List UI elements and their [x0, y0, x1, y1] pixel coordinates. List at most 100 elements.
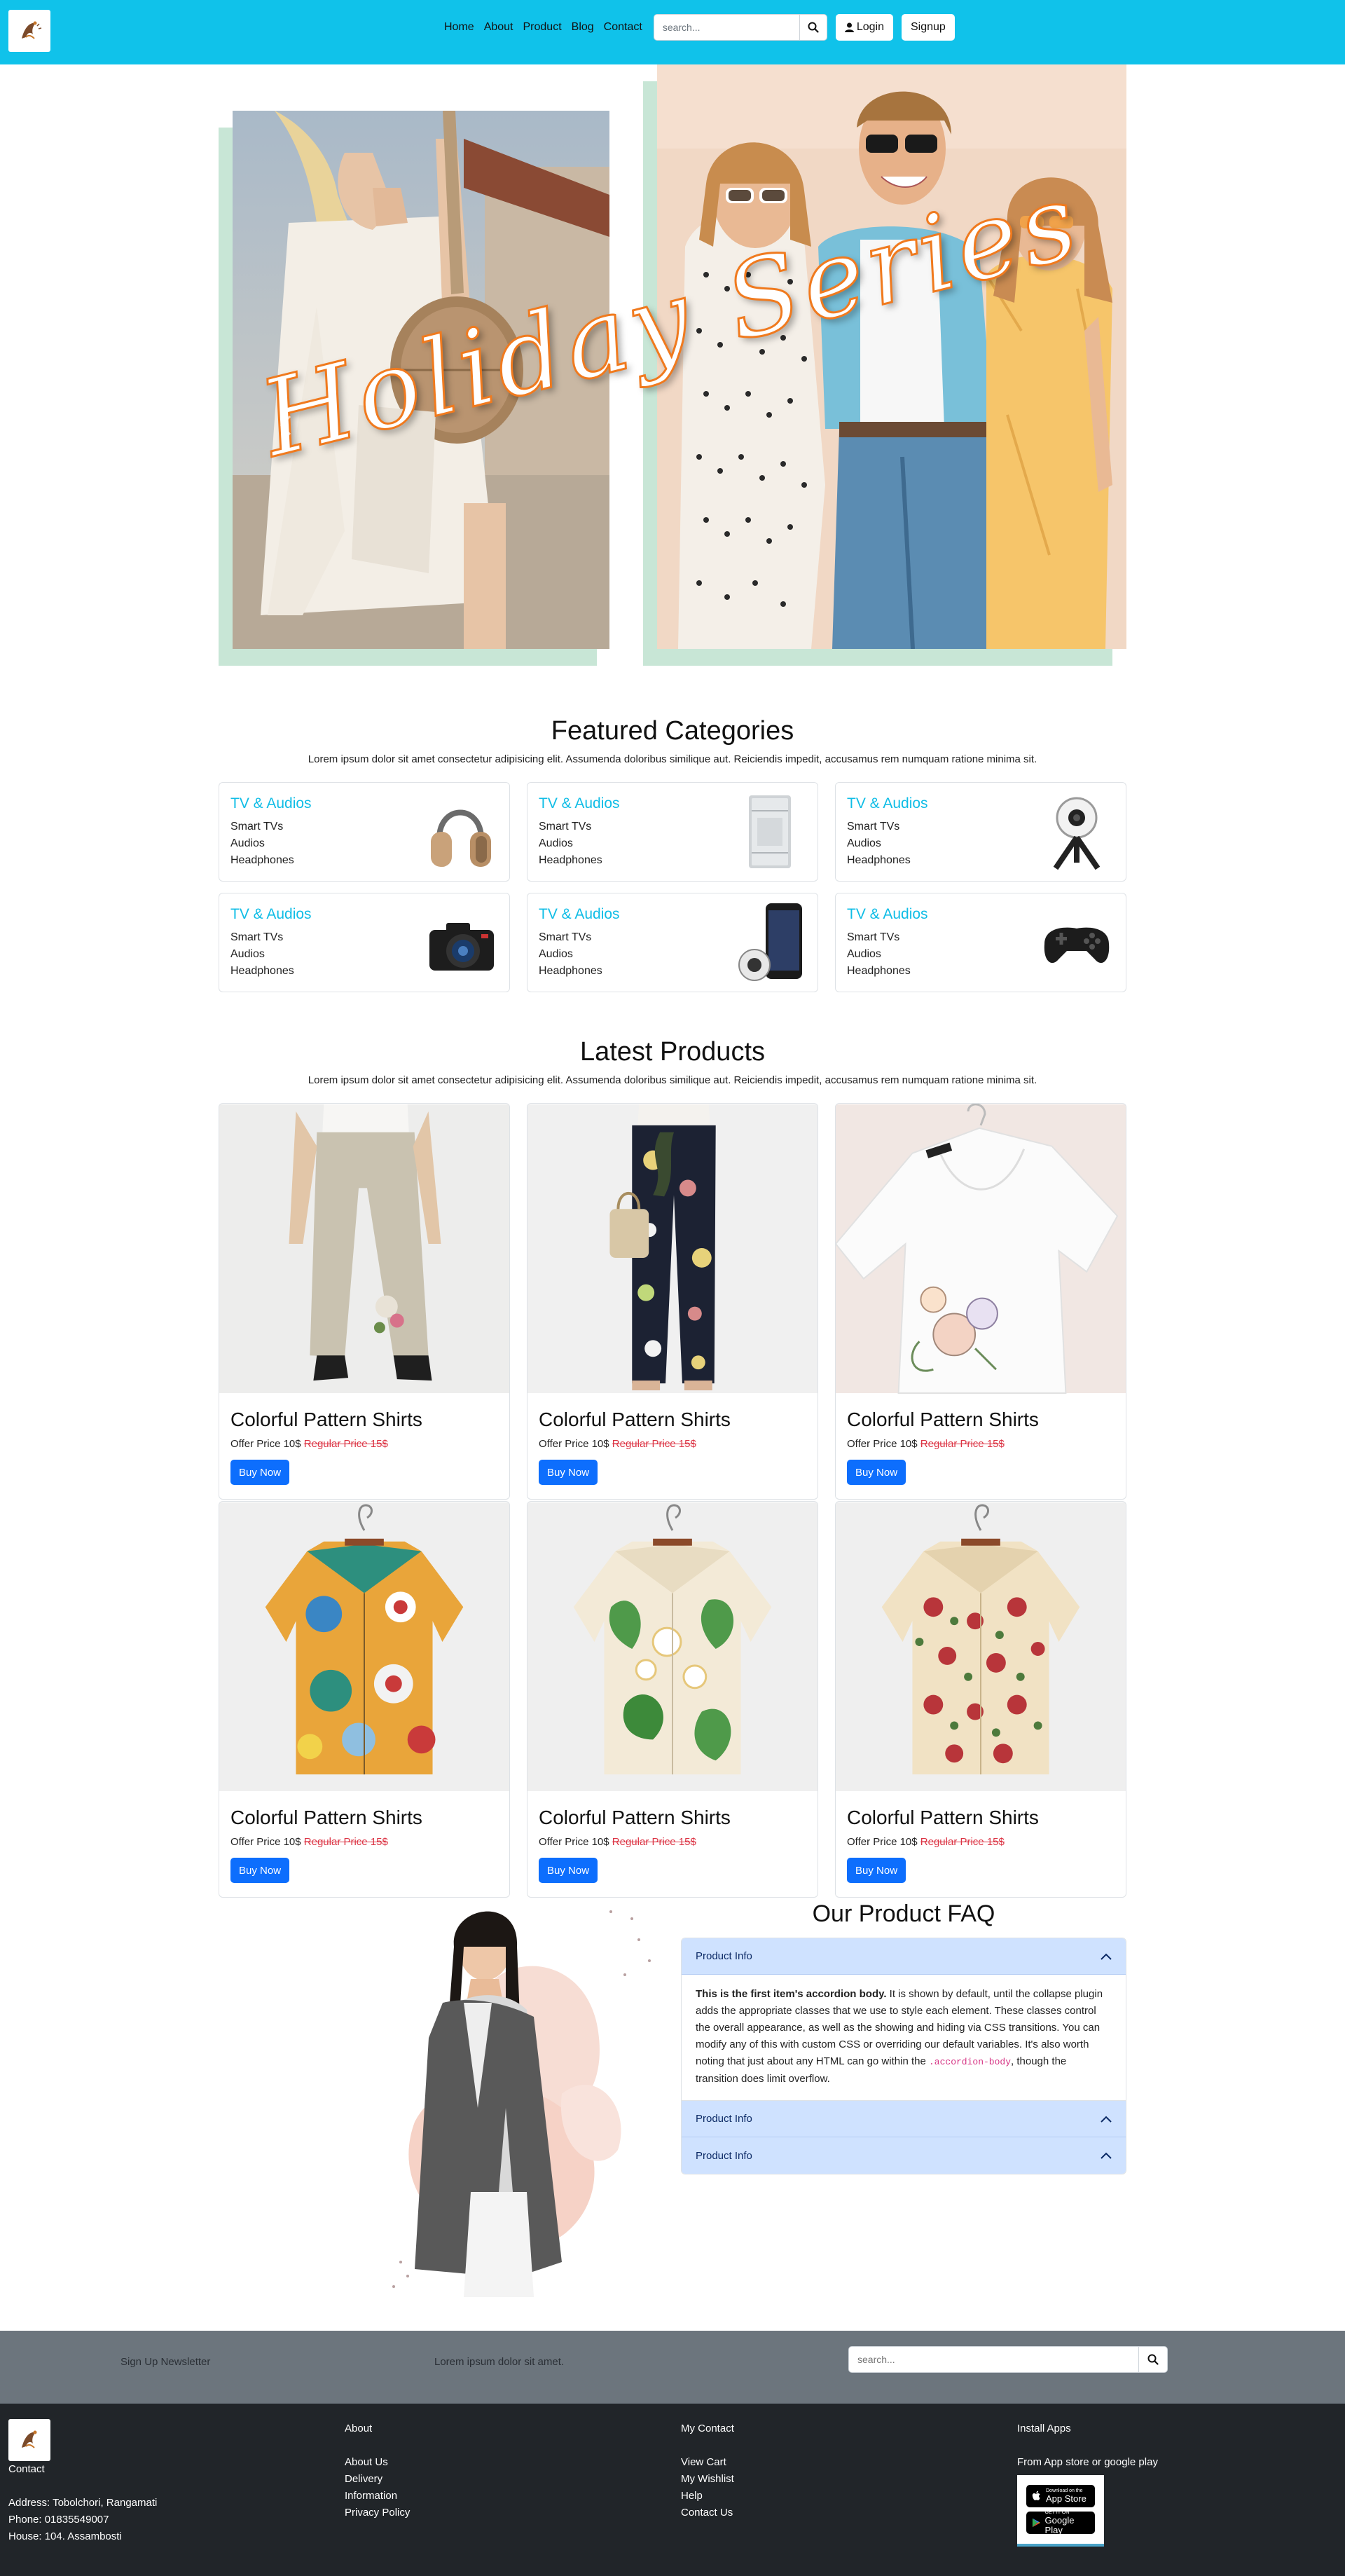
buy-now-button[interactable]: Buy Now [847, 1858, 906, 1883]
google-play-badge[interactable]: GET IT ON Google Play [1026, 2510, 1095, 2535]
nav-link-blog[interactable]: Blog [572, 21, 594, 34]
footer-link-privacy-policy[interactable]: Privacy Policy [345, 2505, 410, 2521]
buy-now-button[interactable]: Buy Now [539, 1460, 598, 1485]
signup-button[interactable]: Signup [901, 14, 955, 41]
product-card[interactable]: Colorful Pattern Shirts Offer Price 10$ … [527, 1501, 818, 1898]
nav-link-home[interactable]: Home [444, 21, 474, 34]
product-title[interactable]: Colorful Pattern Shirts [230, 1807, 498, 1829]
product-price: Offer Price 10$ Regular Price 15$ [230, 1836, 498, 1848]
chevron-up-icon [1101, 1953, 1112, 1960]
product-title[interactable]: Colorful Pattern Shirts [539, 1807, 806, 1829]
product-title[interactable]: Colorful Pattern Shirts [847, 1409, 1115, 1431]
newsletter-bar: Sign Up Newsletter Lorem ipsum dolor sit… [0, 2331, 1345, 2404]
buy-now-button[interactable]: Buy Now [230, 1460, 290, 1485]
brand-logo-icon [14, 15, 45, 46]
accordion-header-1[interactable]: Product Info [682, 1938, 1126, 1975]
newsletter-text: Lorem ipsum dolor sit amet. [434, 2356, 565, 2368]
apple-icon [1032, 2491, 1040, 2500]
footer-logo[interactable] [8, 2419, 50, 2461]
footer-link-delivery[interactable]: Delivery [345, 2471, 410, 2488]
regular-price: Regular Price 15$ [920, 1438, 1005, 1450]
accordion-body: This is the first item's accordion body.… [682, 1975, 1126, 2101]
search-input[interactable] [653, 14, 799, 41]
faq-section: Our Product FAQ Product Info This is the… [0, 1898, 1345, 2311]
product-title[interactable]: Colorful Pattern Shirts [539, 1409, 806, 1431]
newsletter-search-button[interactable] [1138, 2346, 1168, 2373]
offer-price: Offer Price 10$ [539, 1836, 609, 1848]
nav-center: Home About Product Blog Contact Login Si… [444, 14, 955, 41]
category-card[interactable]: TV & Audios Smart TVs Audios Headphones [219, 782, 510, 882]
footer-brand-column: Contact Address: Tobolchori, Rangamati P… [8, 2404, 157, 2545]
regular-price: Regular Price 15$ [303, 1438, 388, 1450]
footer-link-help[interactable]: Help [681, 2488, 734, 2505]
product-card[interactable]: Colorful Pattern Shirts Offer Price 10$ … [219, 1501, 510, 1898]
offer-price: Offer Price 10$ [847, 1836, 918, 1848]
search-icon [808, 22, 819, 33]
product-card[interactable]: Colorful Pattern Shirts Offer Price 10$ … [527, 1103, 818, 1500]
category-card[interactable]: TV & Audios Smart TVs Audios Headphones [527, 782, 818, 882]
category-card[interactable]: TV & Audios Smart TVs Audios Headphones [835, 893, 1126, 992]
buy-now-button[interactable]: Buy Now [230, 1858, 290, 1883]
product-title[interactable]: Colorful Pattern Shirts [230, 1409, 498, 1431]
featured-subtitle: Lorem ipsum dolor sit amet consectetur a… [308, 753, 1037, 765]
category-card[interactable]: TV & Audios Smart TVs Audios Headphones [527, 893, 818, 992]
user-icon [844, 22, 854, 32]
nav-link-product[interactable]: Product [523, 21, 562, 34]
newsletter-input[interactable] [848, 2346, 1138, 2373]
nav-link-about[interactable]: About [484, 21, 513, 34]
faq-panel: Our Product FAQ Product Info This is the… [681, 1898, 1126, 2174]
product-image[interactable] [219, 1104, 509, 1394]
app-store-badge[interactable]: Download on the App Store [1026, 2485, 1095, 2507]
product-price: Offer Price 10$ Regular Price 15$ [539, 1836, 806, 1848]
product-image[interactable] [836, 1502, 1126, 1792]
product-price: Offer Price 10$ Regular Price 15$ [230, 1438, 498, 1450]
featured-title: Featured Categories [551, 716, 794, 746]
site-footer: Contact Address: Tobolchori, Rangamati P… [0, 2404, 1345, 2576]
product-card[interactable]: Colorful Pattern Shirts Offer Price 10$ … [835, 1501, 1126, 1898]
footer-contact-heading: My Contact [681, 2423, 734, 2434]
footer-about-column: About About Us Delivery Information Priv… [345, 2404, 410, 2521]
category-card[interactable]: TV & Audios Smart TVs Audios Headphones [219, 893, 510, 992]
buy-now-button[interactable]: Buy Now [847, 1460, 906, 1485]
360-camera-icon [1053, 797, 1101, 870]
store-badges: Download on the App Store GET IT ON Google… [1017, 2475, 1104, 2547]
google-play-icon [1032, 2518, 1040, 2528]
footer-link-information[interactable]: Information [345, 2488, 410, 2505]
category-card[interactable]: TV & Audios Smart TVs Audios Headphones [835, 782, 1126, 882]
footer-phone: Phone: 01835549007 [8, 2514, 109, 2526]
category-grid: TV & Audios Smart TVs Audios Headphones … [219, 782, 1126, 992]
product-image[interactable] [527, 1104, 818, 1394]
accordion-header-3[interactable]: Product Info [682, 2137, 1126, 2174]
dslr-camera-icon [429, 923, 494, 971]
product-image[interactable] [219, 1502, 509, 1792]
product-card[interactable]: Colorful Pattern Shirts Offer Price 10$ … [835, 1103, 1126, 1500]
product-image[interactable] [836, 1104, 1126, 1394]
product-image[interactable] [527, 1502, 818, 1792]
footer-address: Address: Tobolchori, Rangamati [8, 2497, 158, 2509]
footer-link-about-us[interactable]: About Us [345, 2454, 410, 2471]
carousel-prev-icon[interactable] [279, 415, 293, 436]
footer-contact-label: Contact [8, 2463, 45, 2475]
footer-apps-text: From App store or google play [1017, 2456, 1158, 2468]
buy-now-button[interactable]: Buy Now [539, 1858, 598, 1883]
smartphone-icon [738, 903, 802, 981]
nav-link-contact[interactable]: Contact [604, 21, 642, 34]
gamepad-icon [1044, 927, 1110, 964]
product-title[interactable]: Colorful Pattern Shirts [847, 1807, 1115, 1829]
accordion-header-2[interactable]: Product Info [682, 2101, 1126, 2137]
footer-link-contact-us[interactable]: Contact Us [681, 2505, 734, 2521]
accordion-body-code: .accordion-body [928, 2057, 1012, 2067]
accordion-header-label: Product Info [696, 2113, 752, 2125]
login-label: Login [856, 21, 884, 33]
featured-categories: Featured Categories Lorem ipsum dolor si… [219, 716, 1126, 992]
product-card[interactable]: Colorful Pattern Shirts Offer Price 10$ … [219, 1103, 510, 1500]
latest-title: Latest Products [579, 1037, 766, 1067]
login-button[interactable]: Login [835, 14, 893, 41]
footer-link-view-cart[interactable]: View Cart [681, 2454, 734, 2471]
search-icon [1147, 2354, 1159, 2365]
footer-link-my-wishlist[interactable]: My Wishlist [681, 2471, 734, 2488]
brand-logo[interactable] [8, 10, 50, 52]
search-button[interactable] [799, 14, 827, 41]
chevron-up-icon [1101, 2152, 1112, 2159]
offer-price: Offer Price 10$ [230, 1438, 301, 1450]
